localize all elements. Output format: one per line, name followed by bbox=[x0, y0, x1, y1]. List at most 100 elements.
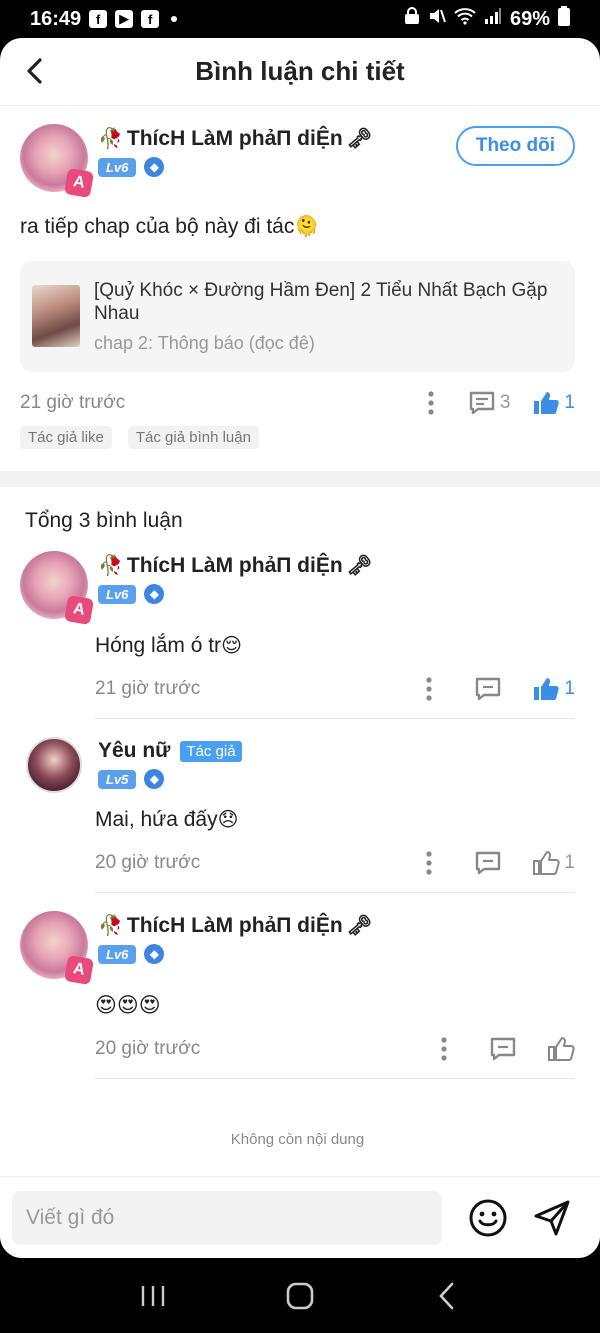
shield-icon: ◆ bbox=[144, 157, 165, 177]
relieved-face-icon: 😌 bbox=[221, 635, 242, 657]
page-title: Bình luận chi tiết bbox=[195, 56, 405, 86]
comment-text-content: ra tiếp chap của bộ này đi tác bbox=[20, 215, 295, 238]
reply-item: Yêu nữ Tác giả Lv5 ◆ Mai, hứa đấy😞 20 gi… bbox=[20, 719, 575, 893]
signal-icon bbox=[484, 7, 502, 31]
thumbs-up-icon bbox=[533, 851, 561, 875]
author-name[interactable]: 🥀 ThícH LàM phảП diỆn 🗝 bbox=[98, 126, 372, 151]
more-options-button[interactable] bbox=[429, 1034, 459, 1064]
like-count: 1 bbox=[564, 392, 575, 413]
battery-percent: 69% bbox=[509, 7, 550, 30]
level-badge: Lv6 bbox=[98, 157, 137, 177]
author-info: Yêu nữ Tác giả Lv5 ◆ bbox=[98, 737, 242, 789]
badges: Lv6 ◆ bbox=[98, 584, 372, 604]
comment-count-button[interactable]: 3 bbox=[468, 390, 511, 416]
send-button[interactable] bbox=[532, 1198, 572, 1238]
disappointed-face-icon: 😞 bbox=[217, 809, 239, 831]
author-name-text: ThícH LàM phảП diỆn bbox=[126, 126, 343, 150]
reply-item: 🥀 ThícH LàM phảП diỆn 🗝 Lv6 ◆ Hóng lắm ó… bbox=[20, 533, 575, 719]
chapter-card[interactable]: [Quỷ Khóc × Đường Hầm Đen] 2 Tiểu Nhất B… bbox=[20, 261, 575, 372]
author-row: 🥀 ThícH LàM phảП diỆn 🗝 Lv6 ◆ bbox=[20, 911, 575, 979]
reply-meta-row: 20 giờ trước 1 bbox=[95, 848, 575, 878]
author-name[interactable]: Yêu nữ Tác giả bbox=[98, 739, 242, 763]
thumbs-up-filled-icon bbox=[534, 392, 560, 414]
battery-icon bbox=[558, 6, 570, 32]
lock-icon bbox=[404, 7, 420, 31]
author-name-text: Yêu nữ bbox=[98, 739, 171, 762]
reply-actions bbox=[429, 1034, 575, 1064]
author-role-badge: Tác giả bbox=[180, 740, 242, 762]
reply-body: 😍😍😍 20 giờ trước bbox=[95, 993, 575, 1064]
smiley-icon bbox=[469, 1199, 507, 1236]
reply-meta-row: 21 giờ trước 1 bbox=[95, 674, 575, 704]
author-name[interactable]: 🥀 ThícH LàM phảП diỆn 🗝 bbox=[98, 553, 372, 578]
more-vertical-icon bbox=[426, 851, 433, 875]
avatar[interactable] bbox=[20, 551, 88, 619]
key-icon: 🗝 bbox=[346, 915, 373, 937]
facebook-icon: f bbox=[89, 10, 108, 28]
reply-text: 😍😍😍 bbox=[95, 994, 161, 1017]
thumbs-up-icon bbox=[548, 1037, 575, 1061]
reply-button[interactable] bbox=[474, 850, 502, 876]
back-button[interactable] bbox=[22, 56, 50, 86]
like-button[interactable]: 1 bbox=[532, 390, 575, 416]
recent-apps-icon bbox=[142, 1285, 165, 1306]
comment-icon bbox=[476, 677, 501, 701]
shield-icon: ◆ bbox=[144, 769, 165, 789]
author-name-text: ThícH LàM phảП diỆn bbox=[126, 553, 343, 577]
key-icon: 🗝 bbox=[346, 555, 373, 577]
avatar[interactable] bbox=[20, 124, 88, 192]
chevron-left-icon bbox=[27, 58, 42, 84]
reply-button[interactable] bbox=[474, 676, 502, 702]
author-name[interactable]: 🥀 ThícH LàM phảП diỆn 🗝 bbox=[98, 913, 372, 938]
like-button[interactable]: 1 bbox=[532, 676, 575, 702]
shield-icon: ◆ bbox=[144, 584, 165, 604]
comment-count: 3 bbox=[499, 392, 511, 413]
author-name-text: ThícH LàM phảП diỆn bbox=[126, 913, 343, 937]
more-options-button[interactable] bbox=[416, 388, 446, 418]
follow-button[interactable]: Theo dõi bbox=[455, 126, 575, 166]
reply-text: Mai, hứa đấy😞 bbox=[95, 807, 575, 832]
like-button[interactable]: 1 bbox=[532, 850, 575, 876]
chapter-info: [Quỷ Khóc × Đường Hầm Đen] 2 Tiểu Nhất B… bbox=[94, 279, 563, 354]
key-icon: 🗝 bbox=[346, 128, 373, 150]
more-options-button[interactable] bbox=[414, 848, 444, 878]
comment-input[interactable] bbox=[12, 1190, 442, 1245]
recent-apps-button[interactable] bbox=[133, 1276, 173, 1316]
more-options-button[interactable] bbox=[414, 674, 444, 704]
chapter-subtitle: chap 2: Thông báo (đọc đê) bbox=[94, 333, 315, 353]
shield-icon: ◆ bbox=[144, 944, 165, 964]
send-icon bbox=[534, 1200, 570, 1235]
more-vertical-icon bbox=[428, 391, 434, 415]
avatar[interactable] bbox=[20, 911, 88, 979]
reply-button[interactable] bbox=[489, 1036, 517, 1062]
reply-time: 21 giờ trước bbox=[95, 678, 201, 699]
avatar-wrapper bbox=[20, 737, 88, 793]
like-button[interactable] bbox=[547, 1036, 575, 1062]
post-actions: 3 1 bbox=[416, 388, 575, 418]
rose-icon: 🥀 bbox=[98, 915, 123, 937]
system-back-button[interactable] bbox=[427, 1276, 467, 1316]
emoji-button[interactable] bbox=[468, 1198, 508, 1238]
reply-actions: 1 bbox=[414, 674, 575, 704]
comment-input-bar bbox=[0, 1176, 600, 1258]
reply-item: 🥀 ThícH LàM phảП diỆn 🗝 Lv6 ◆ 😍😍😍 20 giờ… bbox=[20, 893, 575, 1079]
reply-body: Mai, hứa đấy😞 20 giờ trước 1 bbox=[95, 807, 575, 878]
comment-icon bbox=[476, 851, 501, 875]
level-badge: Lv6 bbox=[98, 944, 137, 964]
home-icon bbox=[286, 1282, 314, 1309]
author-row: 🥀 ThícH LàM phảП diỆn 🗝 Lv6 ◆ Theo dõi bbox=[20, 124, 575, 192]
post-time: 21 giờ trước bbox=[20, 392, 126, 413]
level-badge: Lv5 bbox=[98, 769, 137, 789]
main-comment: 🥀 ThícH LàM phảП diỆn 🗝 Lv6 ◆ Theo dõi r… bbox=[0, 106, 600, 467]
author-info: 🥀 ThícH LàM phảП diỆn 🗝 Lv6 ◆ bbox=[98, 124, 372, 177]
home-button[interactable] bbox=[280, 1276, 320, 1316]
melting-face-icon: 🫠 bbox=[294, 216, 320, 238]
status-time: 16:49 bbox=[30, 7, 82, 30]
tag-author-comment: Tác giả bình luận bbox=[127, 426, 259, 449]
reply-time: 20 giờ trước bbox=[95, 1038, 201, 1059]
replies-section: Tổng 3 bình luận 🥀 ThícH LàM phảП diỆn 🗝… bbox=[0, 509, 600, 1148]
rose-icon: 🥀 bbox=[98, 128, 123, 150]
rose-icon: 🥀 bbox=[98, 555, 123, 577]
avatar[interactable] bbox=[26, 737, 82, 793]
badges: Lv5 ◆ bbox=[98, 769, 242, 789]
